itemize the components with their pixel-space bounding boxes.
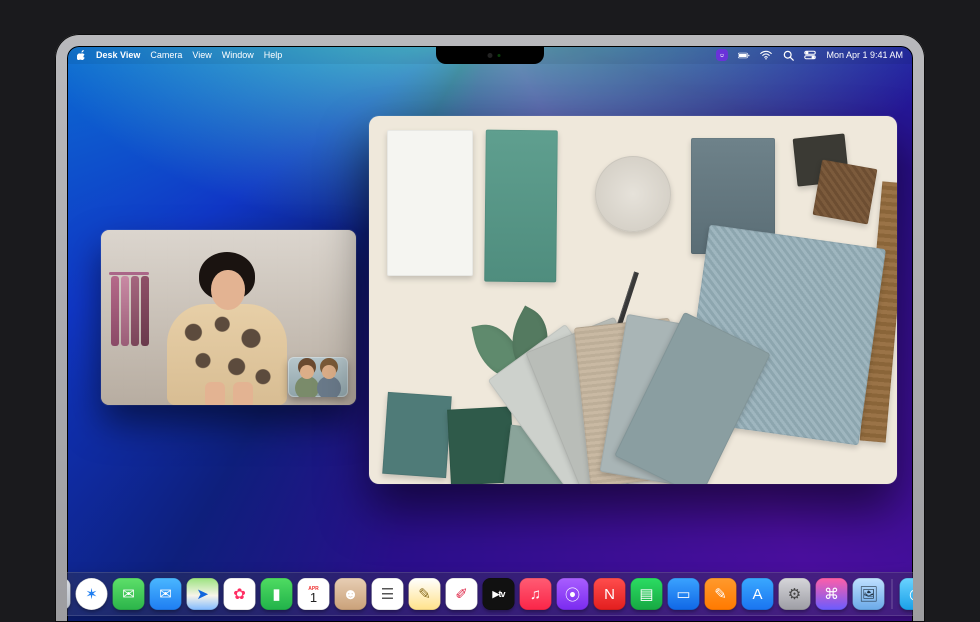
- swatch-wood-chip: [813, 160, 878, 225]
- dock-news[interactable]: N: [594, 578, 626, 610]
- clothes-rack: [109, 272, 153, 360]
- facetime-window[interactable]: [101, 230, 356, 405]
- swatch-stone-disc: [595, 156, 671, 232]
- dock-launchpad[interactable]: ▦: [67, 578, 71, 610]
- dock-maps[interactable]: ➤: [187, 578, 219, 610]
- battery-icon[interactable]: [738, 49, 750, 61]
- apple-menu[interactable]: [77, 50, 86, 60]
- dock-appstore[interactable]: A: [742, 578, 774, 610]
- dock-safari[interactable]: ✶: [76, 578, 108, 610]
- menu-view[interactable]: View: [192, 50, 211, 60]
- menu-help[interactable]: Help: [264, 50, 283, 60]
- participants-thumbnail[interactable]: [288, 357, 348, 397]
- dock-separator: [892, 579, 893, 609]
- menu-clock[interactable]: Mon Apr 1 9:41 AM: [826, 50, 903, 60]
- spotlight-icon[interactable]: [782, 49, 794, 61]
- menu-camera[interactable]: Camera: [150, 50, 182, 60]
- dock-settings[interactable]: ⚙: [779, 578, 811, 610]
- dock-reminders[interactable]: ☰: [372, 578, 404, 610]
- dock-facetime[interactable]: ▮: [261, 578, 293, 610]
- dock: ☺▦✶✉✉➤✿▮APR1☻☰✎✐▶tv♫⦿N▤▭✎A⚙⌘🖼◎🗑: [67, 572, 913, 616]
- dock-messages[interactable]: ✉: [113, 578, 145, 610]
- dock-podcasts[interactable]: ⦿: [557, 578, 589, 610]
- dock-notes[interactable]: ✎: [409, 578, 441, 610]
- dock-shortcuts[interactable]: ⌘: [816, 578, 848, 610]
- desk-view-window[interactable]: [369, 116, 897, 484]
- dock-pages[interactable]: ✎: [705, 578, 737, 610]
- swatch-white-tile: [387, 130, 473, 276]
- dock-photos[interactable]: ✿: [224, 578, 256, 610]
- control-center-icon[interactable]: [804, 49, 816, 61]
- display-notch: [436, 46, 544, 64]
- dock-numbers[interactable]: ▤: [631, 578, 663, 610]
- dock-preview[interactable]: 🖼: [853, 578, 885, 610]
- dock-calendar[interactable]: APR1: [298, 578, 330, 610]
- wifi-icon[interactable]: [760, 49, 772, 61]
- dock-music[interactable]: ♫: [520, 578, 552, 610]
- presenter-video: [161, 252, 291, 405]
- dock-mail[interactable]: ✉: [150, 578, 182, 610]
- paint-chip-teal: [382, 392, 452, 478]
- dock-screenshot[interactable]: ◎: [900, 578, 914, 610]
- dock-contacts[interactable]: ☻: [335, 578, 367, 610]
- laptop-frame: Desk View Camera View Window Help: [55, 34, 925, 622]
- app-menu[interactable]: Desk View: [96, 50, 140, 60]
- dock-keynote[interactable]: ▭: [668, 578, 700, 610]
- swatch-teal-tile: [484, 130, 558, 283]
- menu-window[interactable]: Window: [222, 50, 254, 60]
- screen-mirroring-icon[interactable]: [716, 49, 728, 61]
- desktop[interactable]: Desk View Camera View Window Help: [67, 46, 913, 622]
- dock-tv[interactable]: ▶tv: [483, 578, 515, 610]
- dock-freeform[interactable]: ✐: [446, 578, 478, 610]
